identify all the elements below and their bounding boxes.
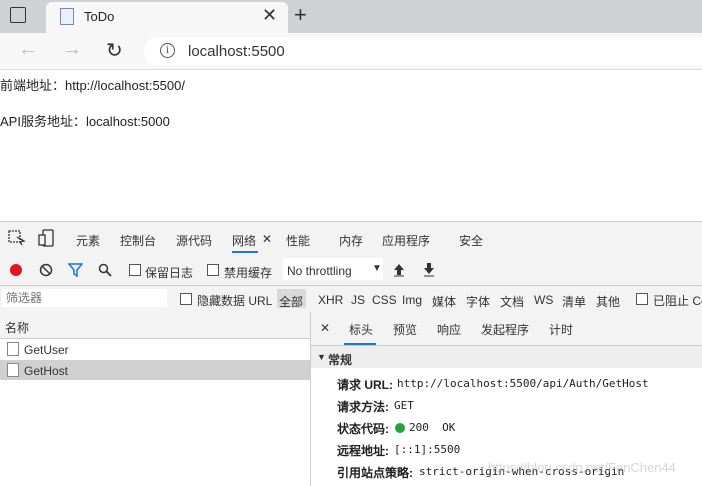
filter-type-manifest[interactable]: 清单 [562,293,586,310]
active-tab-indicator [232,251,258,253]
clear-icon[interactable] [39,263,53,277]
blocked-requests-checkbox[interactable] [636,293,648,305]
blocked-requests-label: 已阻止 Co [653,294,702,308]
api-address-text: API服务地址：localhost:5000 [0,114,170,129]
forward-arrow-icon[interactable]: → [62,38,82,61]
tab-memory[interactable]: 内存 [339,232,363,249]
preserve-log-label: 保留日志 [145,266,194,280]
back-arrow-icon[interactable]: ← [18,38,38,61]
status-code-value: 200 OK [409,421,456,434]
status-ok-icon [395,423,405,433]
filter-type-all[interactable]: 全部 [279,293,303,310]
tab-response[interactable]: 响应 [437,321,461,338]
filter-type-doc[interactable]: 文档 [500,293,524,310]
request-url-value: http://localhost:5500/api/Auth/GetHost [397,377,649,390]
request-row-gethost[interactable]: GetHost [24,364,68,378]
request-list-header [0,312,310,339]
tab-elements[interactable]: 元素 [76,232,100,249]
tab-headers[interactable]: 标头 [349,321,373,338]
filter-type-font[interactable]: 字体 [466,293,490,310]
record-icon[interactable] [10,264,22,276]
page-favicon-icon [60,8,74,25]
general-section-title: 常规 [328,353,353,367]
hide-data-urls-label: 隐藏数据 URL [197,294,273,308]
request-method-value: GET [394,399,414,412]
filter-input[interactable] [2,289,167,307]
active-detail-tab-indicator [344,343,376,345]
watermark-text: https://blog.csdn.net/FanChen44 [488,460,676,475]
name-column-header[interactable]: 名称 [5,319,29,336]
close-detail-icon[interactable]: ✕ [320,321,330,335]
inspect-element-icon[interactable] [8,230,26,246]
filter-type-other[interactable]: 其他 [596,293,620,310]
chevron-down-icon: ▼ [372,263,382,274]
tab-preview[interactable]: 预览 [393,321,417,338]
preserve-log-checkbox[interactable] [129,264,141,276]
throttling-value: No throttling [287,264,352,278]
hide-data-urls-checkbox[interactable] [180,293,192,305]
request-url-label: 请求 URL: [337,378,393,392]
remote-address-value: [::1]:5500 [394,443,461,456]
referrer-policy-label: 引用站点策略: [337,466,413,480]
status-code-label: 状态代码: [337,422,389,436]
tab-network[interactable]: 网络 [232,232,256,249]
tab-title: ToDo [84,9,115,24]
tab-actions-icon[interactable] [10,7,26,23]
tab-application[interactable]: 应用程序 [382,232,430,249]
export-har-icon[interactable] [423,263,435,277]
filter-type-xhr[interactable]: XHR [318,293,343,307]
close-icon[interactable]: ✕ [262,5,277,26]
disable-cache-label: 禁用缓存 [224,266,273,280]
general-section-header[interactable] [311,346,702,368]
disable-cache-checkbox[interactable] [207,264,219,276]
request-row-getuser[interactable]: GetUser [24,343,69,357]
triangle-down-icon: ▼ [317,352,326,362]
tab-initiator[interactable]: 发起程序 [481,321,529,338]
document-icon [7,342,19,356]
filter-type-img[interactable]: Img [402,293,422,307]
remote-address-label: 远程地址: [337,444,389,458]
browser-tab[interactable] [46,2,288,33]
frontend-address-text: 前端地址：http://localhost:5500/ [0,78,185,93]
refresh-icon[interactable]: ↻ [106,38,123,63]
filter-type-media[interactable]: 媒体 [432,293,456,310]
close-network-tab-icon[interactable]: ✕ [262,232,272,246]
address-url[interactable]: localhost:5500 [188,43,285,60]
document-icon [7,363,19,377]
filter-type-css[interactable]: CSS [372,293,397,307]
request-method-label: 请求方法: [337,400,389,414]
filter-icon[interactable] [68,263,83,277]
tab-performance[interactable]: 性能 [286,232,310,249]
tab-security[interactable]: 安全 [459,232,483,249]
search-icon[interactable] [98,263,112,277]
new-tab-icon[interactable]: + [294,2,307,28]
tab-sources[interactable]: 源代码 [176,232,212,249]
import-har-icon[interactable] [393,263,405,277]
info-icon[interactable]: i [160,43,175,58]
tab-timing[interactable]: 计时 [549,321,573,338]
device-toolbar-icon[interactable] [38,229,54,247]
filter-type-js[interactable]: JS [351,293,365,307]
filter-type-ws[interactable]: WS [534,293,553,307]
tab-console[interactable]: 控制台 [120,232,156,249]
